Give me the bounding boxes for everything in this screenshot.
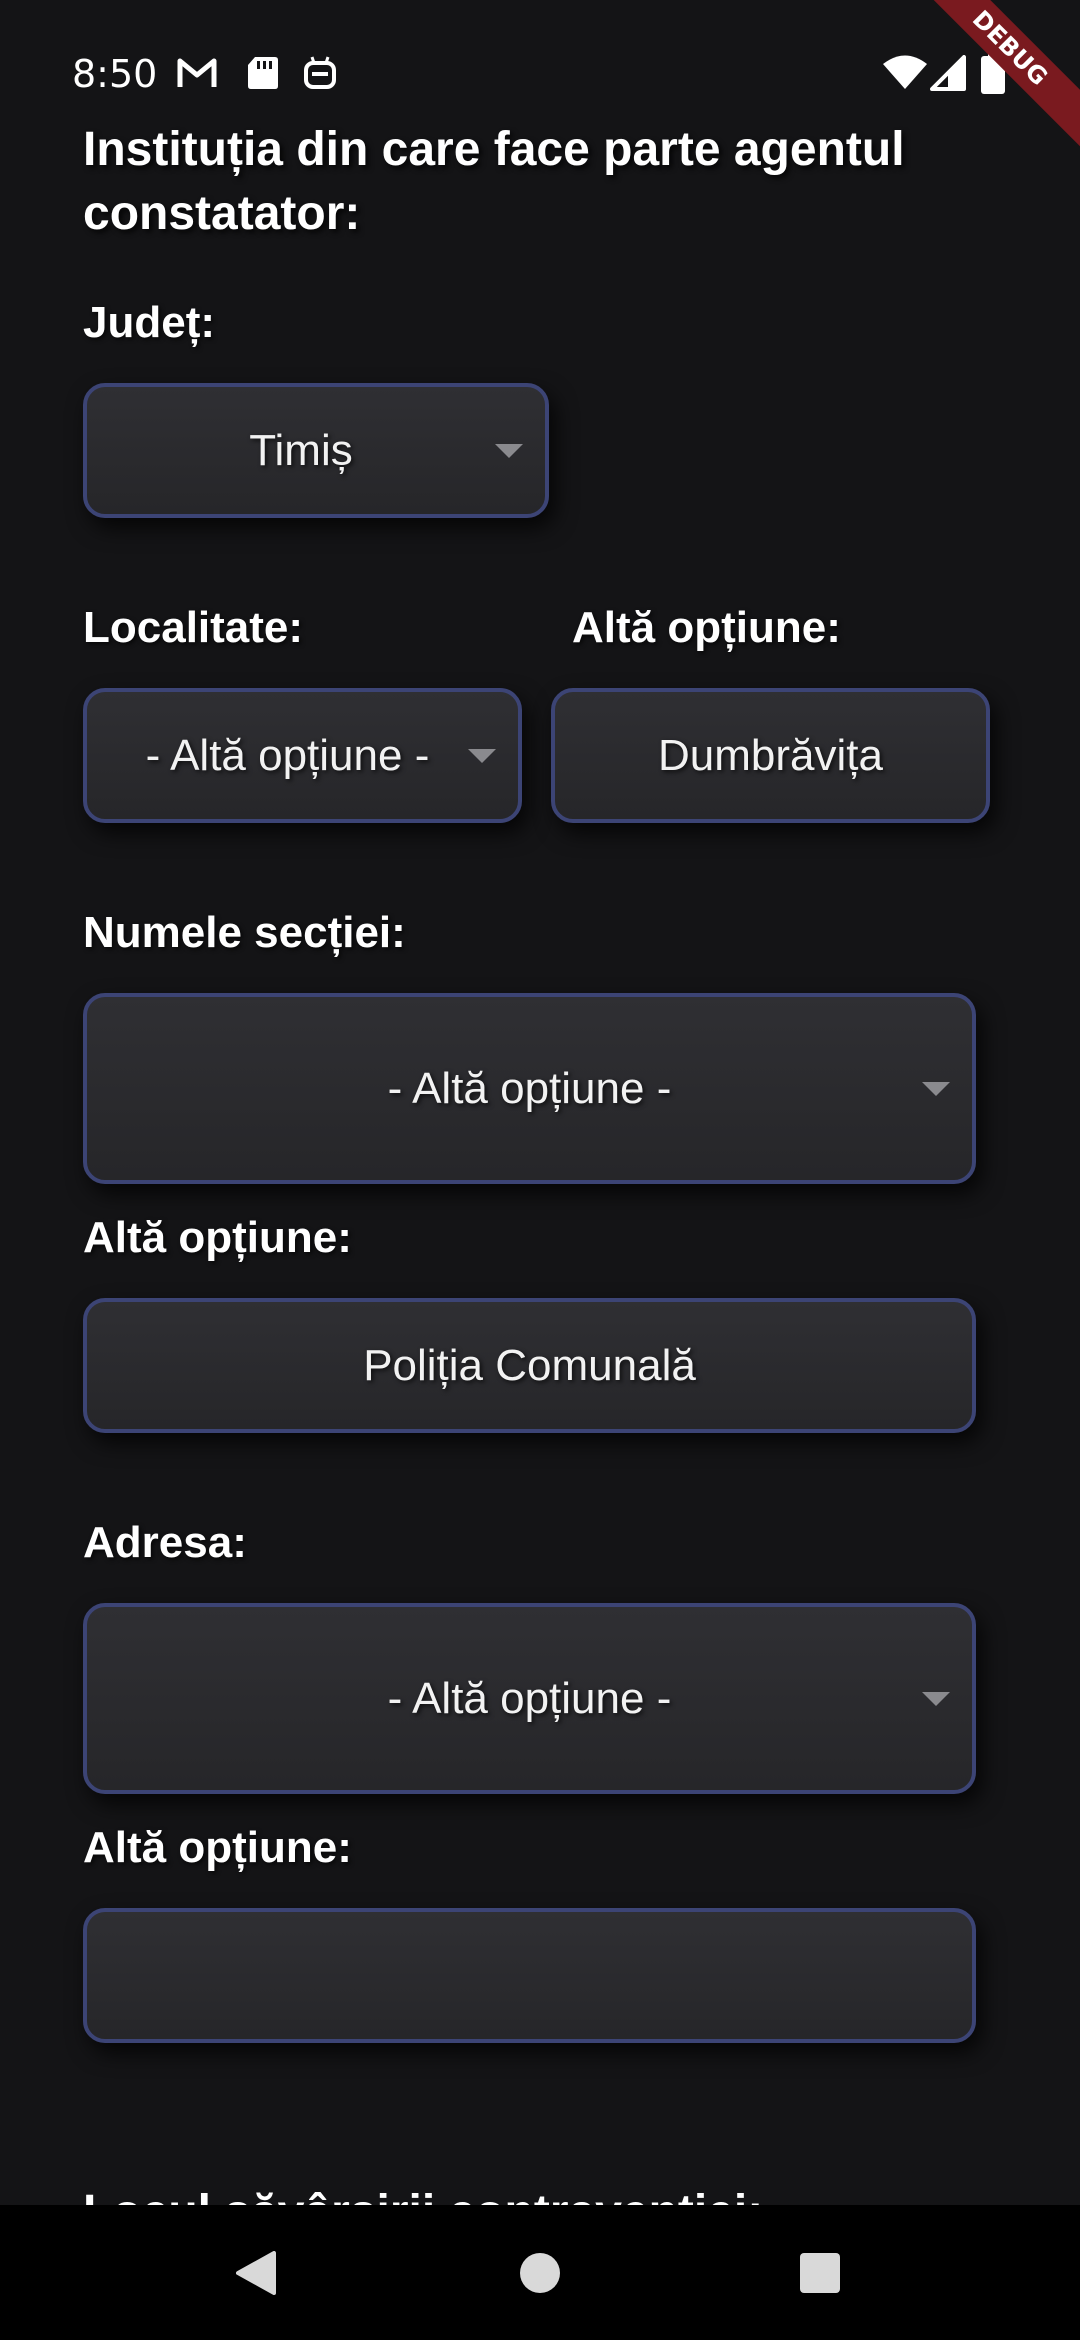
app-screen: Instituția din care face parte agentul c…: [0, 0, 1080, 2340]
localitate-alt-label: Altă opțiune:: [572, 603, 841, 652]
next-section-title: Locul săvârșirii contravenției:: [83, 2185, 763, 2205]
adresa-label: Adresa:: [83, 1518, 247, 1567]
chevron-down-icon: [922, 1081, 950, 1096]
localitate-dropdown-value: - Altă opțiune -: [145, 730, 430, 780]
status-time: 8:50: [72, 52, 158, 96]
judet-dropdown-value: Timiș: [249, 425, 353, 475]
form-scroll-area[interactable]: Instituția din care face parte agentul c…: [0, 0, 1080, 2205]
home-button[interactable]: [480, 2205, 600, 2340]
gmail-icon: [177, 58, 217, 87]
back-icon: [236, 2250, 276, 2295]
sectie-alt-input[interactable]: Poliția Comunală: [83, 1298, 976, 1433]
robot-face-icon: [304, 56, 336, 89]
sectie-label: Numele secției:: [83, 908, 406, 957]
home-icon: [520, 2252, 560, 2293]
recents-icon: [800, 2252, 840, 2293]
system-navigation-bar: [0, 2205, 1080, 2340]
section-title: Instituția din care face parte agentul c…: [83, 123, 905, 240]
adresa-alt-input[interactable]: [83, 1908, 976, 2043]
sectie-alt-label: Altă opțiune:: [83, 1213, 352, 1262]
localitate-alt-input-value: Dumbrăvița: [658, 730, 883, 780]
wifi-icon: [883, 55, 927, 89]
chevron-down-icon: [495, 443, 523, 458]
sectie-alt-input-value: Poliția Comunală: [363, 1340, 696, 1390]
localitate-alt-input[interactable]: Dumbrăvița: [551, 688, 990, 823]
recents-button[interactable]: [760, 2205, 880, 2340]
localitate-dropdown[interactable]: - Altă opțiune -: [83, 688, 522, 823]
cell-signal-icon: [930, 55, 966, 91]
judet-label: Județ:: [83, 298, 215, 347]
sd-card-icon: [248, 57, 278, 89]
chevron-down-icon: [468, 748, 496, 763]
adresa-dropdown-value: - Altă opțiune -: [387, 1673, 672, 1723]
adresa-alt-label: Altă opțiune:: [83, 1823, 352, 1872]
chevron-down-icon: [922, 1691, 950, 1706]
back-button[interactable]: [196, 2205, 316, 2340]
judet-dropdown[interactable]: Timiș: [83, 383, 549, 518]
sectie-dropdown[interactable]: - Altă opțiune -: [83, 993, 976, 1184]
localitate-label: Localitate:: [83, 603, 304, 652]
sectie-dropdown-value: - Altă opțiune -: [387, 1063, 672, 1113]
adresa-dropdown[interactable]: - Altă opțiune -: [83, 1603, 976, 1794]
